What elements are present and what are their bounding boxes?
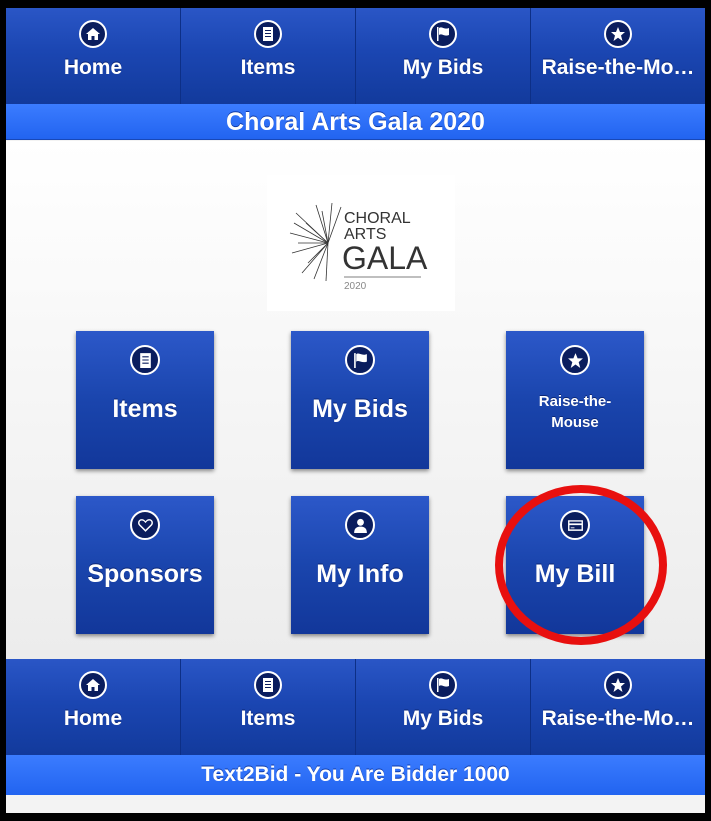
star-icon — [604, 671, 632, 699]
home-icon — [79, 20, 107, 48]
tile-raise-the-mouse-label: Raise-the- Mouse — [538, 393, 612, 431]
page-title: Choral Arts Gala 2020 — [6, 104, 705, 140]
nav-my-bids-label: My Bids — [402, 56, 484, 79]
bottom-nav-raise-the-mouse[interactable]: Raise-the-Mo… — [531, 659, 705, 755]
nav-raise-the-mouse[interactable]: Raise-the-Mo… — [531, 8, 705, 104]
top-nav-bar: Home Items My Bids Raise-the-Mo… — [6, 8, 705, 104]
nav-items[interactable]: Items — [181, 8, 356, 104]
bottom-nav-raise-the-mouse-label: Raise-the-Mo… — [541, 707, 695, 730]
nav-home-label: Home — [63, 56, 123, 79]
flag-icon — [345, 345, 375, 375]
credit-card-icon — [560, 510, 590, 540]
heart-icon — [130, 510, 160, 540]
flag-icon — [429, 20, 457, 48]
document-icon — [130, 345, 160, 375]
bottom-nav-my-bids[interactable]: My Bids — [356, 659, 531, 755]
bottom-nav-items[interactable]: Items — [181, 659, 356, 755]
bottom-nav-my-bids-label: My Bids — [402, 707, 484, 730]
svg-text:GALA: GALA — [342, 240, 428, 276]
svg-text:CHORAL: CHORAL — [344, 210, 411, 227]
app-frame: Home Items My Bids Raise-the-Mo… Choral … — [0, 0, 711, 821]
footer-bidder-status: Text2Bid - You Are Bidder 1000 — [6, 755, 705, 795]
person-icon — [345, 510, 375, 540]
bottom-nav-bar: Home Items My Bids Raise-the-Mo… — [6, 659, 705, 755]
tile-my-bill-label: My Bill — [534, 560, 616, 588]
star-icon — [604, 20, 632, 48]
tile-my-info[interactable]: My Info — [291, 496, 429, 634]
tile-my-bill[interactable]: My Bill — [506, 496, 644, 634]
tile-sponsors[interactable]: Sponsors — [76, 496, 214, 634]
nav-my-bids[interactable]: My Bids — [356, 8, 531, 104]
tile-items-label: Items — [112, 395, 178, 423]
tile-raise-the-mouse[interactable]: Raise-the- Mouse — [506, 331, 644, 469]
svg-text:2020: 2020 — [344, 281, 367, 292]
bottom-nav-home[interactable]: Home — [6, 659, 181, 755]
tile-my-bids-label: My Bids — [312, 395, 408, 423]
tile-items[interactable]: Items — [76, 331, 214, 469]
home-icon — [79, 671, 107, 699]
main-content: CHORAL ARTS GALA 2020 Items My Bids Rais… — [6, 141, 705, 659]
tile-my-info-label: My Info — [316, 560, 404, 588]
nav-home[interactable]: Home — [6, 8, 181, 104]
bottom-nav-items-label: Items — [240, 707, 296, 730]
flag-icon — [429, 671, 457, 699]
tile-my-bids[interactable]: My Bids — [291, 331, 429, 469]
gala-logo: CHORAL ARTS GALA 2020 — [267, 175, 455, 311]
bottom-nav-home-label: Home — [63, 707, 123, 730]
gala-logo-image: CHORAL ARTS GALA 2020 — [289, 202, 428, 292]
nav-items-label: Items — [240, 56, 296, 79]
star-icon — [560, 345, 590, 375]
tile-sponsors-label: Sponsors — [87, 560, 203, 588]
nav-raise-the-mouse-label: Raise-the-Mo… — [541, 56, 695, 79]
document-icon — [254, 671, 282, 699]
document-icon — [254, 20, 282, 48]
